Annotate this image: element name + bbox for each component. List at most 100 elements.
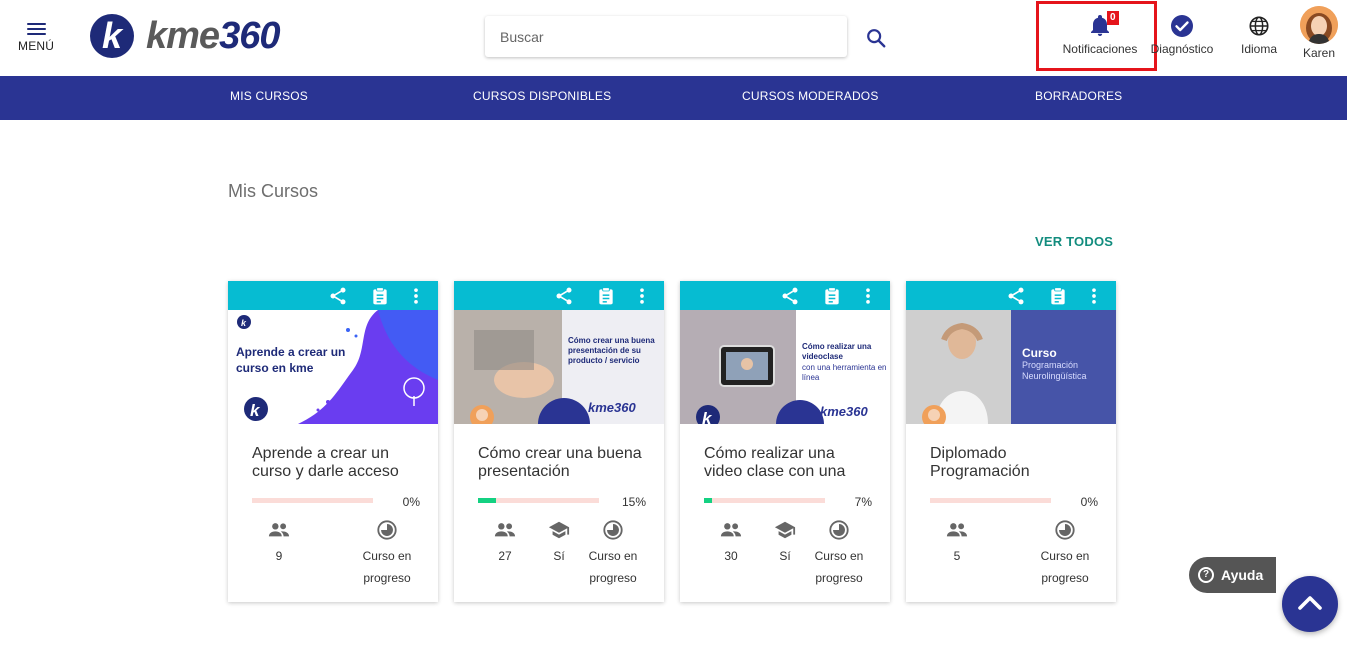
share-icon[interactable] bbox=[554, 286, 574, 306]
people-icon bbox=[266, 519, 292, 541]
course-card[interactable]: k Cómo realizar una videoclase con una her… bbox=[680, 281, 890, 602]
progress-percent: 0% bbox=[1080, 495, 1098, 509]
clock-progress-icon bbox=[1036, 519, 1094, 541]
course-title[interactable]: Aprende a crear un curso y darle acceso bbox=[252, 445, 422, 481]
course-card[interactable]: Cómo crear una buena presentación de su … bbox=[454, 281, 664, 602]
notifications-count-badge: 0 bbox=[1107, 11, 1119, 25]
logo-k-icon bbox=[90, 14, 134, 58]
progress-bar bbox=[930, 498, 1051, 503]
status-line-1: Curso en bbox=[588, 549, 638, 563]
students-count: 30 bbox=[724, 549, 738, 563]
course-cover-image[interactable]: k k Aprende a crear un curso en kme bbox=[228, 310, 438, 424]
status-stat: Curso en progreso bbox=[810, 519, 868, 589]
course-title[interactable]: Diplomado Programación bbox=[930, 445, 1100, 481]
hamburger-icon bbox=[26, 23, 46, 35]
progress-bar bbox=[704, 498, 825, 503]
status-line-1: Curso en bbox=[362, 549, 412, 563]
card-action-bar bbox=[906, 281, 1116, 310]
tab-mis-cursos[interactable]: MIS CURSOS bbox=[230, 76, 308, 120]
logo-number: 360 bbox=[219, 14, 280, 57]
students-count: 27 bbox=[498, 549, 512, 563]
search-icon[interactable] bbox=[865, 27, 887, 49]
kme360-logo[interactable]: kme360 bbox=[90, 12, 280, 60]
clipboard-icon[interactable] bbox=[1048, 286, 1068, 306]
globe-icon bbox=[1249, 16, 1269, 36]
people-icon bbox=[944, 519, 970, 541]
graduation-cap-icon bbox=[772, 519, 798, 541]
user-avatar[interactable] bbox=[1300, 6, 1338, 44]
scroll-top-button[interactable] bbox=[1282, 576, 1338, 632]
graduation-cap-icon bbox=[546, 519, 572, 541]
notifications-label: Notificaciones bbox=[1062, 42, 1138, 56]
status-line-1: Curso en bbox=[814, 549, 864, 563]
course-cover-image[interactable]: k Cómo realizar una videoclase con una her… bbox=[680, 310, 890, 424]
status-stat: Curso en progreso bbox=[584, 519, 642, 589]
students-count: 9 bbox=[275, 549, 283, 563]
check-circle-icon bbox=[1171, 15, 1193, 37]
section-title: Mis Cursos bbox=[228, 181, 319, 201]
cover-logo-text: kme360 bbox=[588, 400, 636, 415]
tab-borradores[interactable]: BORRADORES bbox=[1035, 76, 1122, 120]
progress-fill bbox=[704, 498, 713, 503]
course-card[interactable]: Curso Programación Neurolingüística Diplom… bbox=[906, 281, 1116, 602]
status-line-2: progreso bbox=[815, 571, 863, 585]
see-all-link[interactable]: VER TODOS bbox=[1035, 234, 1113, 249]
status-stat: Curso en progreso bbox=[1036, 519, 1094, 589]
people-icon bbox=[492, 519, 518, 541]
search-input[interactable] bbox=[485, 16, 847, 57]
certificate-stat: Sí bbox=[772, 519, 798, 567]
language-button[interactable]: Idioma bbox=[1233, 14, 1285, 56]
cover-text: Curso bbox=[1022, 346, 1057, 360]
cover-logo-text: kme360 bbox=[820, 404, 868, 419]
diagnostic-button[interactable]: Diagnóstico bbox=[1146, 14, 1218, 56]
more-vert-icon[interactable] bbox=[858, 286, 878, 306]
top-header: MENÚ kme360 Notificaciones 0 Diagnóstico bbox=[0, 0, 1347, 76]
share-icon[interactable] bbox=[1006, 286, 1026, 306]
tab-cursos-moderados[interactable]: CURSOS MODERADOS bbox=[742, 76, 879, 120]
user-menu[interactable]: Karen bbox=[1299, 46, 1339, 60]
card-action-bar bbox=[454, 281, 664, 310]
cover-subtext: con una herramienta en línea bbox=[802, 363, 887, 382]
user-name-label: Karen bbox=[1302, 46, 1336, 60]
progress-percent: 15% bbox=[621, 495, 646, 509]
course-cover-image[interactable]: Curso Programación Neurolingüística bbox=[906, 310, 1116, 424]
progress-fill bbox=[478, 498, 497, 503]
cover-subtext: Programación Neurolingüística bbox=[1022, 360, 1087, 381]
more-vert-icon[interactable] bbox=[1084, 286, 1104, 306]
students-stat: 27 bbox=[492, 519, 518, 567]
certificate-value: Sí bbox=[779, 549, 791, 563]
menu-button[interactable]: MENÚ bbox=[18, 20, 54, 56]
share-icon[interactable] bbox=[328, 286, 348, 306]
progress-percent: 7% bbox=[854, 495, 872, 509]
clipboard-icon[interactable] bbox=[822, 286, 842, 306]
tab-cursos-disponibles[interactable]: CURSOS DISPONIBLES bbox=[473, 76, 611, 120]
search-box bbox=[485, 16, 847, 57]
course-card[interactable]: k k Aprende a crear un curso en kme Aprende… bbox=[228, 281, 438, 602]
course-cover-image[interactable]: Cómo crear una buena presentación de su … bbox=[454, 310, 664, 424]
students-stat: 5 bbox=[944, 519, 970, 567]
status-line-2: progreso bbox=[589, 571, 637, 585]
more-vert-icon[interactable] bbox=[406, 286, 426, 306]
clock-progress-icon bbox=[358, 519, 416, 541]
status-line-2: progreso bbox=[1041, 571, 1089, 585]
card-action-bar bbox=[228, 281, 438, 310]
cover-text: Cómo crear una buena presentación de su … bbox=[568, 336, 655, 365]
clipboard-icon[interactable] bbox=[596, 286, 616, 306]
progress-bar bbox=[478, 498, 599, 503]
clipboard-icon[interactable] bbox=[370, 286, 390, 306]
help-button[interactable]: ? Ayuda bbox=[1189, 557, 1276, 593]
students-stat: 9 bbox=[266, 519, 292, 567]
share-icon[interactable] bbox=[780, 286, 800, 306]
notifications-button[interactable]: Notificaciones bbox=[1058, 14, 1142, 56]
more-vert-icon[interactable] bbox=[632, 286, 652, 306]
status-line-1: Curso en bbox=[1040, 549, 1090, 563]
course-title[interactable]: Cómo crear una buena presentación bbox=[478, 445, 648, 481]
clock-progress-icon bbox=[810, 519, 868, 541]
chevron-up-icon bbox=[1298, 596, 1322, 610]
help-label: Ayuda bbox=[1221, 567, 1264, 583]
students-stat: 30 bbox=[718, 519, 744, 567]
svg-text:k: k bbox=[250, 401, 261, 420]
course-title[interactable]: Cómo realizar una video clase con una bbox=[704, 445, 874, 481]
status-line-2: progreso bbox=[363, 571, 411, 585]
help-question-icon: ? bbox=[1198, 567, 1214, 583]
